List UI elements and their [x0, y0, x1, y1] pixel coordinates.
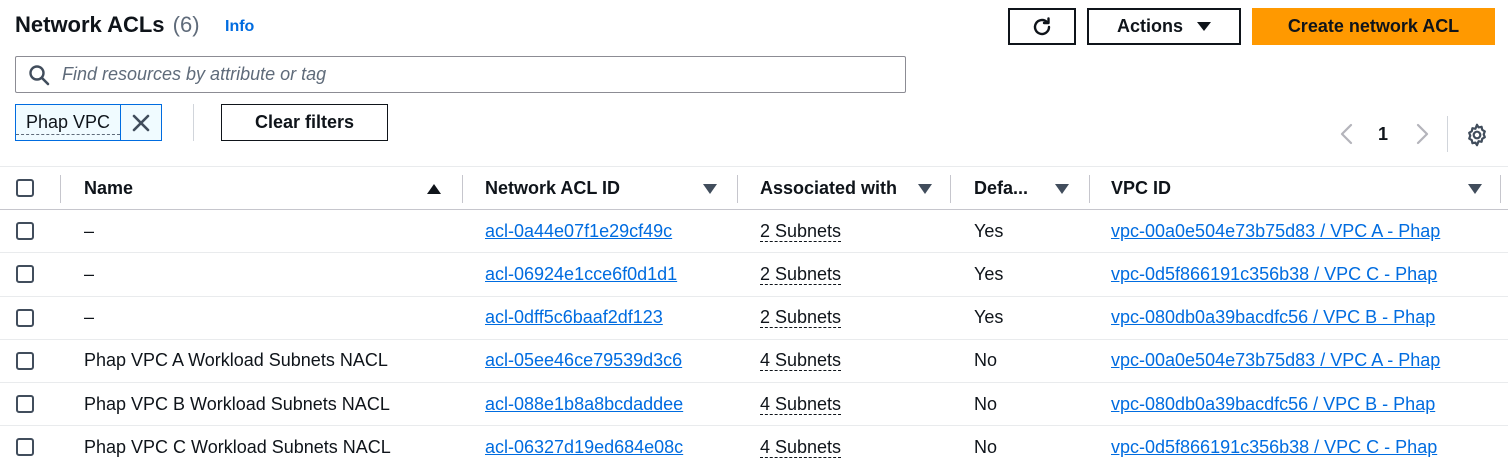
vpc-id-link[interactable]: vpc-00a0e504e73b75d83 / VPC A - Phap [1111, 221, 1440, 242]
row-checkbox[interactable] [16, 351, 34, 370]
vpc-id-link[interactable]: vpc-0d5f866191c356b38 / VPC C - Phap [1111, 437, 1437, 458]
acl-id-link[interactable]: acl-06327d19ed684e08c [485, 437, 683, 458]
row-checkbox[interactable] [16, 308, 34, 327]
table-row[interactable]: Phap VPC A Workload Subnets NACL acl-05e… [0, 340, 1508, 384]
clear-filters-button[interactable]: Clear filters [221, 104, 388, 141]
row-name: Phap VPC A Workload Subnets NACL [84, 350, 388, 371]
close-icon [132, 114, 150, 131]
column-divider [950, 175, 951, 203]
row-default: Yes [974, 263, 1004, 284]
associated-subnets[interactable]: 2 Subnets [760, 221, 842, 242]
sort-ascending-icon[interactable] [427, 184, 441, 194]
associated-subnets[interactable]: 2 Subnets [760, 307, 842, 329]
create-label: Create network ACL [1287, 16, 1460, 36]
page-number[interactable]: 1 [1378, 124, 1388, 145]
page-title-text: Network ACLs [15, 12, 165, 37]
associated-subnets[interactable]: 4 Subnets [760, 394, 842, 415]
network-acls-table: Name Network ACL ID Associated with Defa… [0, 166, 1508, 469]
acl-id-link[interactable]: acl-0dff5c6baaf2df123 [485, 307, 663, 328]
column-header-name[interactable]: Name [84, 167, 133, 210]
search-field[interactable] [15, 56, 906, 93]
caret-down-icon [1197, 22, 1211, 31]
filter-token: Phap VPC [15, 104, 163, 141]
table-row[interactable]: – acl-06924e1cce6f0d1d1 2 Subnets Yes vp… [0, 253, 1508, 297]
row-checkbox[interactable] [16, 438, 34, 457]
actions-label: Actions [1116, 16, 1183, 36]
associated-subnets[interactable]: 2 Subnets [760, 264, 842, 285]
sort-descending-icon[interactable] [703, 184, 717, 194]
table-header-row: Name Network ACL ID Associated with Defa… [0, 166, 1508, 210]
search-input[interactable] [62, 64, 882, 85]
row-checkbox[interactable] [16, 265, 34, 284]
row-checkbox[interactable] [16, 395, 34, 414]
vpc-id-link[interactable]: vpc-00a0e504e73b75d83 / VPC A - Phap [1111, 350, 1440, 371]
row-name: – [84, 307, 95, 328]
column-header-network-acl-id[interactable]: Network ACL ID [485, 167, 620, 210]
refresh-button[interactable] [1008, 8, 1076, 45]
clear-filters-label: Clear filters [254, 112, 355, 132]
vpc-id-link[interactable]: vpc-0d5f866191c356b38 / VPC C - Phap [1111, 264, 1437, 285]
row-name: – [84, 220, 95, 241]
acl-id-link[interactable]: acl-06924e1cce6f0d1d1 [485, 264, 677, 285]
filter-token-dismiss-button[interactable] [120, 105, 161, 140]
vpc-id-link[interactable]: vpc-080db0a39bacdfc56 / VPC B - Phap [1111, 307, 1435, 328]
row-default: Yes [974, 220, 1004, 241]
filter-token-label[interactable]: Phap VPC [16, 110, 121, 135]
chevron-right-icon[interactable] [1412, 122, 1432, 146]
chevron-left-icon[interactable] [1337, 122, 1357, 146]
associated-subnets[interactable]: 4 Subnets [760, 350, 842, 372]
select-all-checkbox[interactable] [16, 179, 34, 197]
sort-descending-icon[interactable] [1055, 184, 1069, 194]
divider [193, 104, 194, 141]
divider [1447, 116, 1448, 152]
row-default: Yes [974, 307, 1004, 328]
table-row[interactable]: – acl-0a44e07f1e29cf49c 2 Subnets Yes vp… [0, 210, 1508, 254]
acl-id-link[interactable]: acl-088e1b8a8bcdaddee [485, 394, 683, 415]
sort-descending-icon[interactable] [918, 184, 932, 194]
table-row[interactable]: Phap VPC C Workload Subnets NACL acl-063… [0, 426, 1508, 469]
resource-count: (6) [172, 12, 200, 37]
sort-descending-icon[interactable] [1468, 184, 1482, 194]
vpc-id-link[interactable]: vpc-080db0a39bacdfc56 / VPC B - Phap [1111, 394, 1435, 415]
table-row[interactable]: Phap VPC B Workload Subnets NACL acl-088… [0, 383, 1508, 427]
info-link[interactable]: Info [225, 18, 254, 36]
create-network-acl-button[interactable]: Create network ACL [1252, 8, 1495, 45]
row-name: – [84, 263, 95, 284]
gear-icon[interactable] [1465, 123, 1489, 147]
column-divider [1089, 175, 1090, 203]
row-name: Phap VPC B Workload Subnets NACL [84, 393, 390, 414]
column-header-default[interactable]: Defa... [974, 167, 1028, 210]
row-default: No [974, 436, 998, 457]
column-divider [60, 175, 61, 203]
row-name: Phap VPC C Workload Subnets NACL [84, 436, 391, 457]
actions-dropdown-button[interactable]: Actions [1087, 8, 1241, 45]
row-checkbox[interactable] [16, 222, 34, 240]
acl-id-link[interactable]: acl-0a44e07f1e29cf49c [485, 221, 672, 242]
search-icon [29, 64, 50, 85]
column-divider [1500, 175, 1501, 203]
refresh-icon [1033, 16, 1051, 35]
table-row[interactable]: – acl-0dff5c6baaf2df123 2 Subnets Yes vp… [0, 297, 1508, 340]
column-divider [462, 175, 463, 203]
row-default: No [974, 393, 998, 414]
column-header-associated-with[interactable]: Associated with [760, 167, 897, 210]
acl-id-link[interactable]: acl-05ee46ce79539d3c6 [485, 350, 682, 371]
column-divider [737, 175, 738, 203]
column-header-vpc-id[interactable]: VPC ID [1111, 167, 1171, 210]
row-default: No [974, 350, 998, 371]
associated-subnets[interactable]: 4 Subnets [760, 437, 842, 458]
page-title: Network ACLs (6) [15, 12, 200, 38]
